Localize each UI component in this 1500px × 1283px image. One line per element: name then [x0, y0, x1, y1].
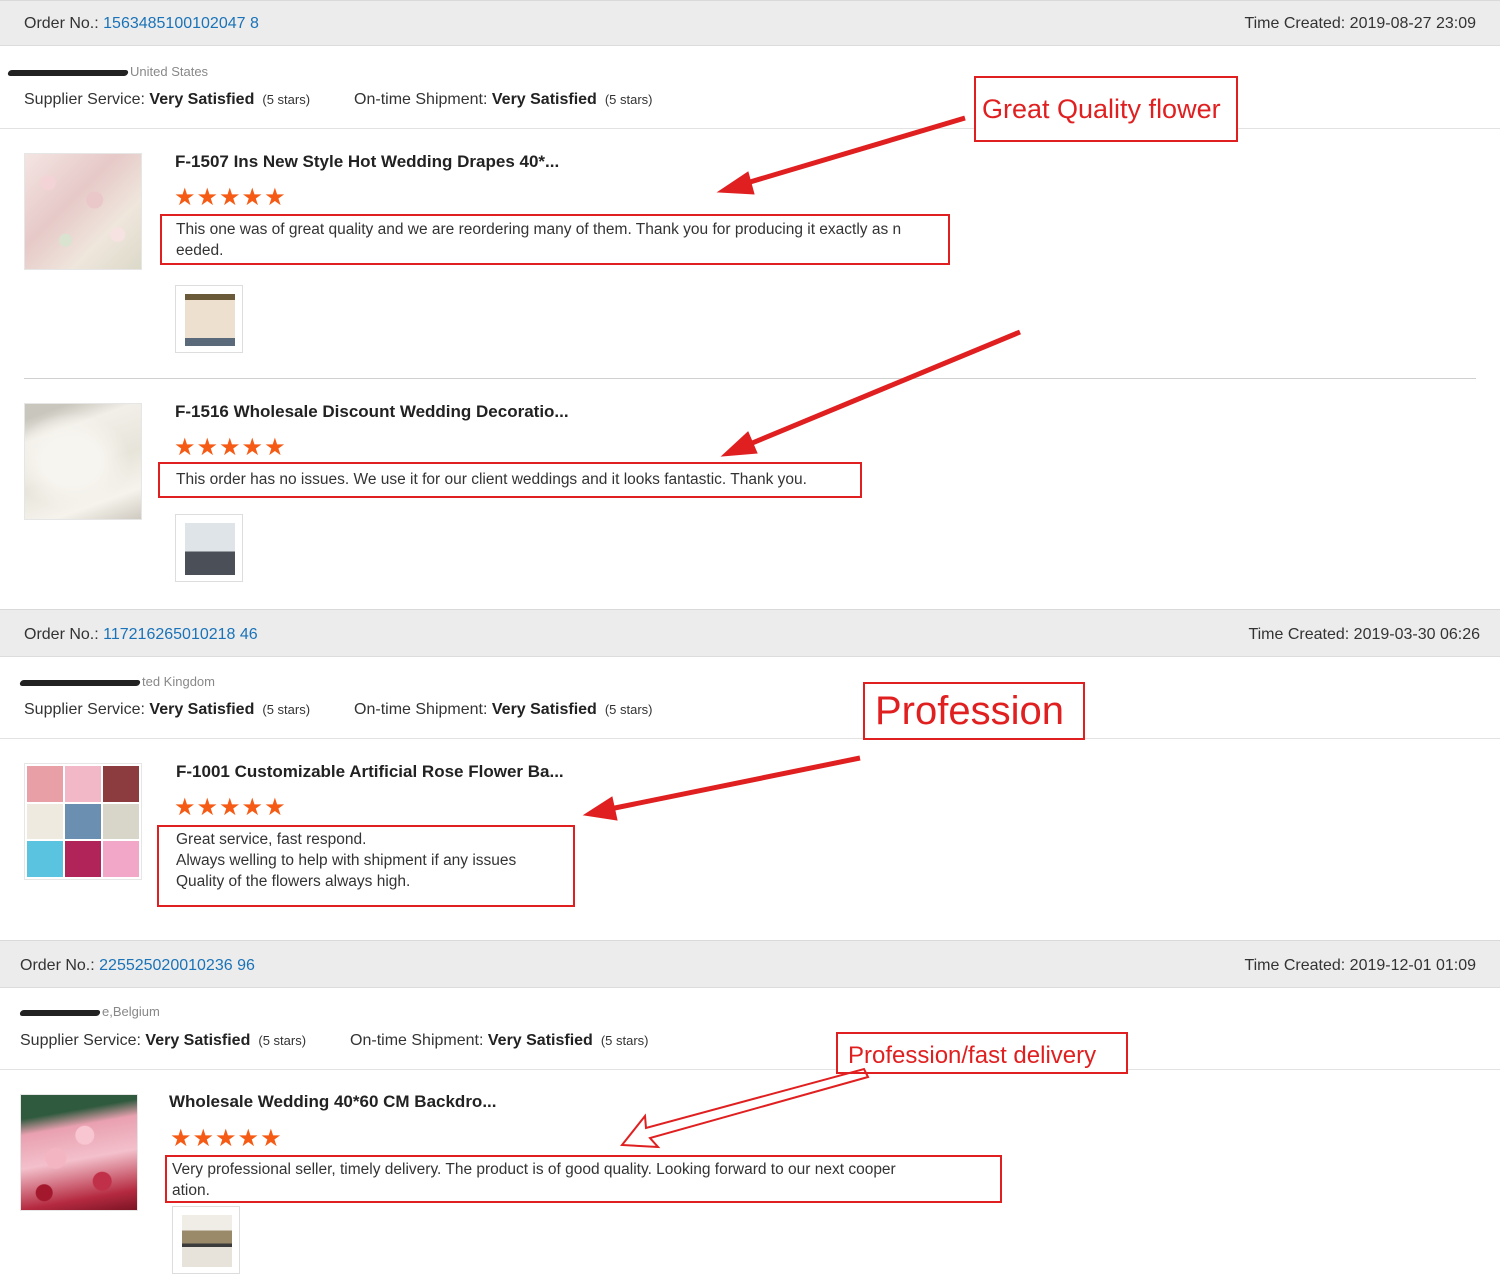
arrow-head [716, 171, 755, 195]
outline-arrow [620, 1067, 870, 1149]
arrow-head [720, 431, 758, 457]
arrow-shaft [739, 115, 966, 188]
arrow-head [582, 796, 618, 821]
arrow-shaft [744, 329, 1021, 449]
arrow-shaft [604, 755, 861, 813]
annotation-arrows [582, 115, 1021, 1149]
